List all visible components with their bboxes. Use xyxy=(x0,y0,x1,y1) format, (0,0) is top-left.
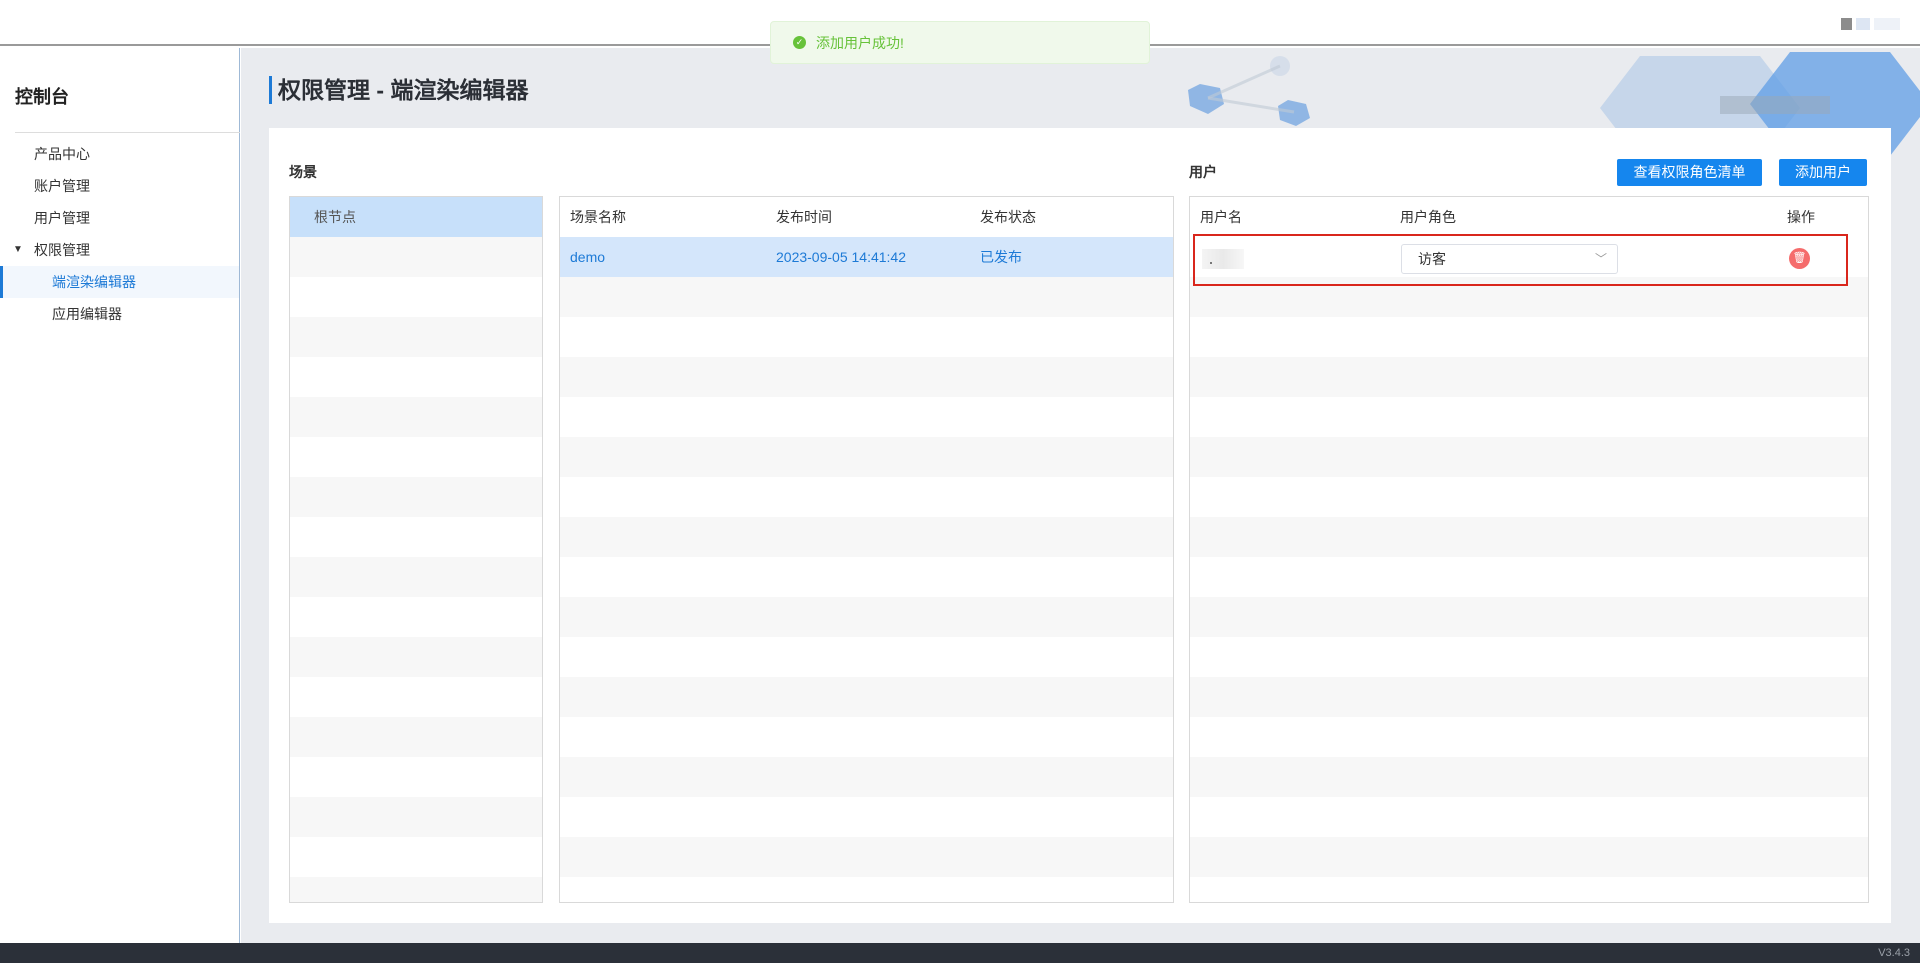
divider xyxy=(15,132,240,133)
toast-message: 添加用户成功! xyxy=(816,34,904,51)
table-row xyxy=(560,437,1173,477)
tree-node-root[interactable]: 根节点 xyxy=(290,197,542,237)
table-row xyxy=(1190,837,1868,877)
sidebar-item-account-management[interactable]: 账户管理 xyxy=(0,170,239,202)
sidebar-menu: 产品中心 账户管理 用户管理 ▼ 权限管理 端渲染编辑器 应用编辑器 xyxy=(0,138,239,330)
scene-section-label: 场景 xyxy=(289,164,317,180)
add-user-button[interactable]: 添加用户 xyxy=(1779,159,1867,186)
sidebar-item-label: 账户管理 xyxy=(34,178,90,194)
user-info-blurred[interactable] xyxy=(1841,18,1900,30)
table-row xyxy=(560,277,1173,317)
scene-table: 场景名称 发布时间 发布状态 demo 2023-09-05 14:41:42 … xyxy=(559,196,1174,903)
sidebar-title: 控制台 xyxy=(15,87,69,107)
table-row xyxy=(1190,357,1868,397)
sidebar: 控制台 产品中心 账户管理 用户管理 ▼ 权限管理 端渲染编辑器 应用编辑器 xyxy=(0,48,240,943)
publish-time: 2023-09-05 14:41:42 xyxy=(776,249,906,265)
column-header-publish-status: 发布状态 xyxy=(980,209,1036,225)
table-row xyxy=(560,837,1173,877)
users-section-label: 用户 xyxy=(1189,164,1217,180)
page-title: 权限管理 - 端渲染编辑器 xyxy=(269,76,528,104)
tree-row xyxy=(290,637,542,677)
username-blur xyxy=(1874,18,1900,30)
caret-down-icon: ▼ xyxy=(13,244,23,255)
table-row xyxy=(560,757,1173,797)
table-row xyxy=(560,357,1173,397)
view-roles-button[interactable]: 查看权限角色清单 xyxy=(1617,159,1762,186)
table-row xyxy=(1190,437,1868,477)
tree-row xyxy=(290,797,542,837)
tree-row xyxy=(290,397,542,437)
table-row xyxy=(560,677,1173,717)
table-row xyxy=(560,597,1173,637)
check-circle-icon: ✓ xyxy=(793,36,806,49)
sidebar-item-label: 端渲染编辑器 xyxy=(52,274,136,290)
tree-row xyxy=(290,557,542,597)
sidebar-item-label: 权限管理 xyxy=(34,242,90,258)
table-row xyxy=(1190,597,1868,637)
sidebar-item-label: 应用编辑器 xyxy=(52,306,122,322)
sidebar-item-product-center[interactable]: 产品中心 xyxy=(0,138,239,170)
tree-row xyxy=(290,237,542,277)
column-header-actions: 操作 xyxy=(1787,209,1815,225)
sidebar-item-user-management[interactable]: 用户管理 xyxy=(0,202,239,234)
table-row xyxy=(1190,677,1868,717)
table-row xyxy=(560,517,1173,557)
username-blur xyxy=(1856,18,1870,30)
tree-row xyxy=(290,317,542,357)
content-panel: 场景 根节点 场景名称 发布时间 发布状态 demo 2023-09-05 14… xyxy=(269,128,1891,923)
main-content: 权限管理 - 端渲染编辑器 场景 根节点 场景名称 发布时间 发布状态 demo… xyxy=(241,48,1920,943)
footer: V3.4.3 xyxy=(0,943,1920,963)
tree-row xyxy=(290,877,542,902)
column-header-scene-name: 场景名称 xyxy=(570,209,626,225)
table-row-selected[interactable]: demo 2023-09-05 14:41:42 已发布 xyxy=(560,237,1173,277)
publish-status: 已发布 xyxy=(980,249,1022,265)
scene-tree: 根节点 xyxy=(289,196,543,903)
sidebar-item-label: 产品中心 xyxy=(34,146,90,162)
users-table: 用户名 用户角色 操作 访客 ﹀ 🗑 xyxy=(1189,196,1869,903)
tree-row xyxy=(290,477,542,517)
sidebar-item-permission-management[interactable]: ▼ 权限管理 xyxy=(0,234,239,266)
column-header-user-role: 用户角色 xyxy=(1400,209,1456,225)
tree-row xyxy=(290,717,542,757)
table-header: 场景名称 发布时间 发布状态 xyxy=(560,197,1173,237)
table-row xyxy=(1190,757,1868,797)
table-row xyxy=(1190,517,1868,557)
scene-name: demo xyxy=(570,249,606,265)
sidebar-item-label: 用户管理 xyxy=(34,210,90,226)
column-header-publish-time: 发布时间 xyxy=(776,209,832,225)
highlight-box xyxy=(1193,234,1848,286)
success-toast: ✓ 添加用户成功! xyxy=(770,21,1150,64)
version-label: V3.4.3 xyxy=(1878,947,1910,959)
sidebar-item-render-editor[interactable]: 端渲染编辑器 xyxy=(0,266,239,298)
table-header: 用户名 用户角色 操作 xyxy=(1190,197,1868,237)
column-header-username: 用户名 xyxy=(1200,209,1242,225)
avatar xyxy=(1841,18,1852,30)
sidebar-item-app-editor[interactable]: 应用编辑器 xyxy=(0,298,239,330)
